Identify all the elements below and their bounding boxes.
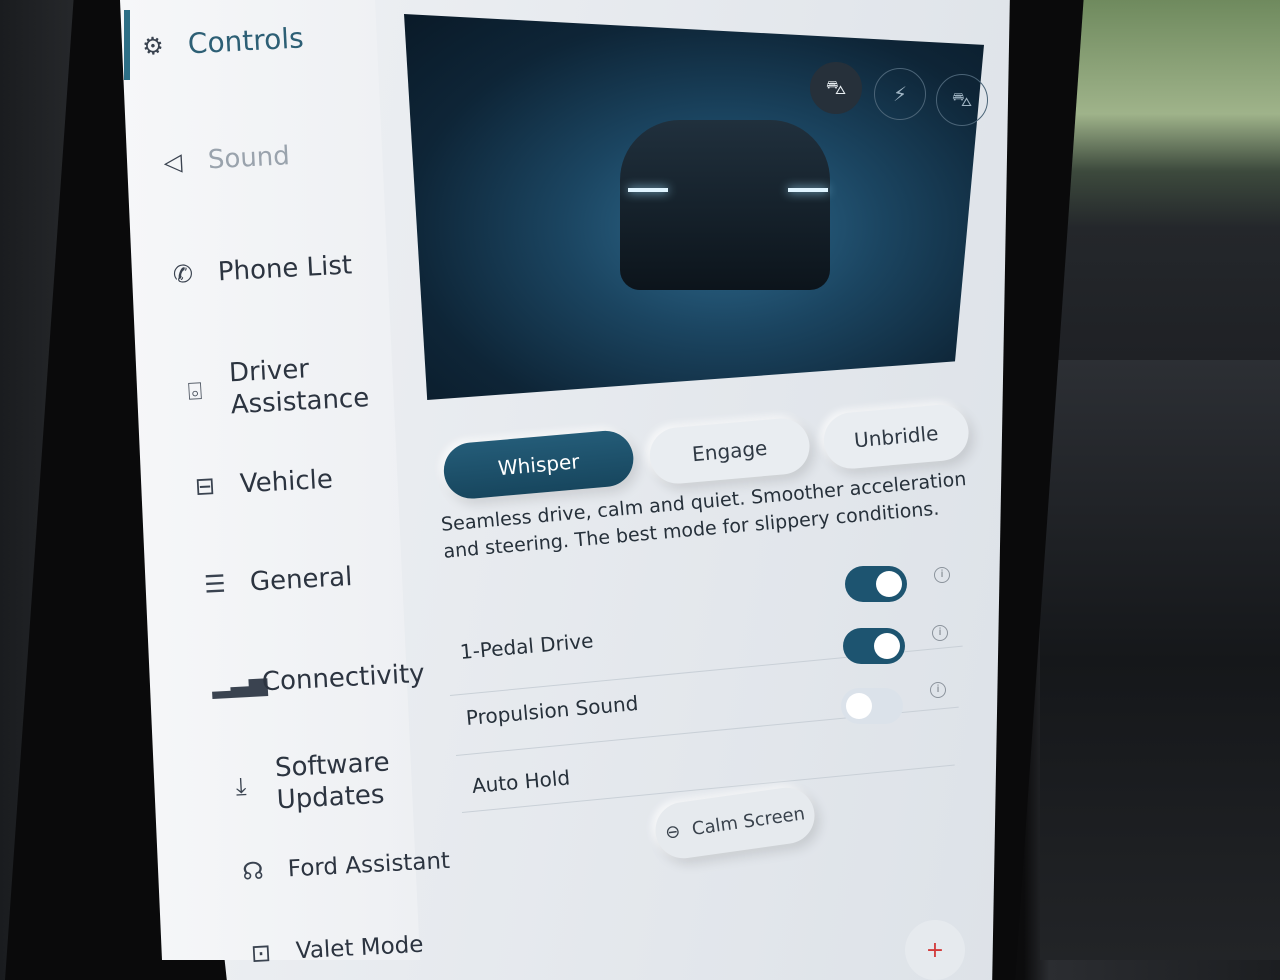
sidebar-item-driver-assistance[interactable]: ⌻ Driver Assistance	[178, 350, 381, 424]
sliders-icon: ☰	[203, 569, 227, 599]
car-trunk-icon: ⛍	[951, 86, 973, 111]
download-icon: ⤓	[234, 771, 248, 801]
info-icon[interactable]: i	[930, 682, 946, 698]
valet-icon: ⊡	[250, 938, 272, 968]
calm-screen-icon: ⊖	[663, 820, 682, 844]
hood-button[interactable]: ⛍	[810, 62, 862, 114]
vehicle-icon: ⊟	[194, 471, 216, 501]
driver-assist-icon: ⌻	[187, 376, 203, 406]
sidebar-item-software-updates[interactable]: ⤓ Software Updates	[224, 745, 427, 819]
car-image	[620, 120, 830, 290]
headlight-right	[788, 188, 828, 192]
charge-port-icon: ⚡	[892, 82, 908, 106]
toggle-auto-hold[interactable]	[841, 688, 903, 724]
dashboard	[1040, 360, 1280, 960]
active-indicator	[124, 10, 130, 80]
plus-icon: +	[925, 937, 945, 963]
speaker-icon: ◁	[163, 147, 183, 177]
headlight-left	[628, 188, 668, 192]
info-icon[interactable]: i	[934, 567, 950, 583]
phone-icon: ✆	[172, 259, 194, 289]
trunk-button[interactable]: ⛍	[936, 74, 988, 126]
assistant-icon: ☊	[241, 856, 265, 886]
toggle-1-pedal-drive[interactable]	[845, 566, 907, 602]
info-icon[interactable]: i	[932, 625, 948, 641]
add-button[interactable]: +	[905, 920, 965, 980]
toggle-propulsion-sound[interactable]	[843, 628, 905, 664]
charge-port-button[interactable]: ⚡	[874, 68, 926, 120]
signal-icon: ▂▃▅	[211, 668, 269, 699]
controls-icon: ⚙	[141, 31, 165, 61]
car-hood-icon: ⛍	[825, 74, 847, 99]
